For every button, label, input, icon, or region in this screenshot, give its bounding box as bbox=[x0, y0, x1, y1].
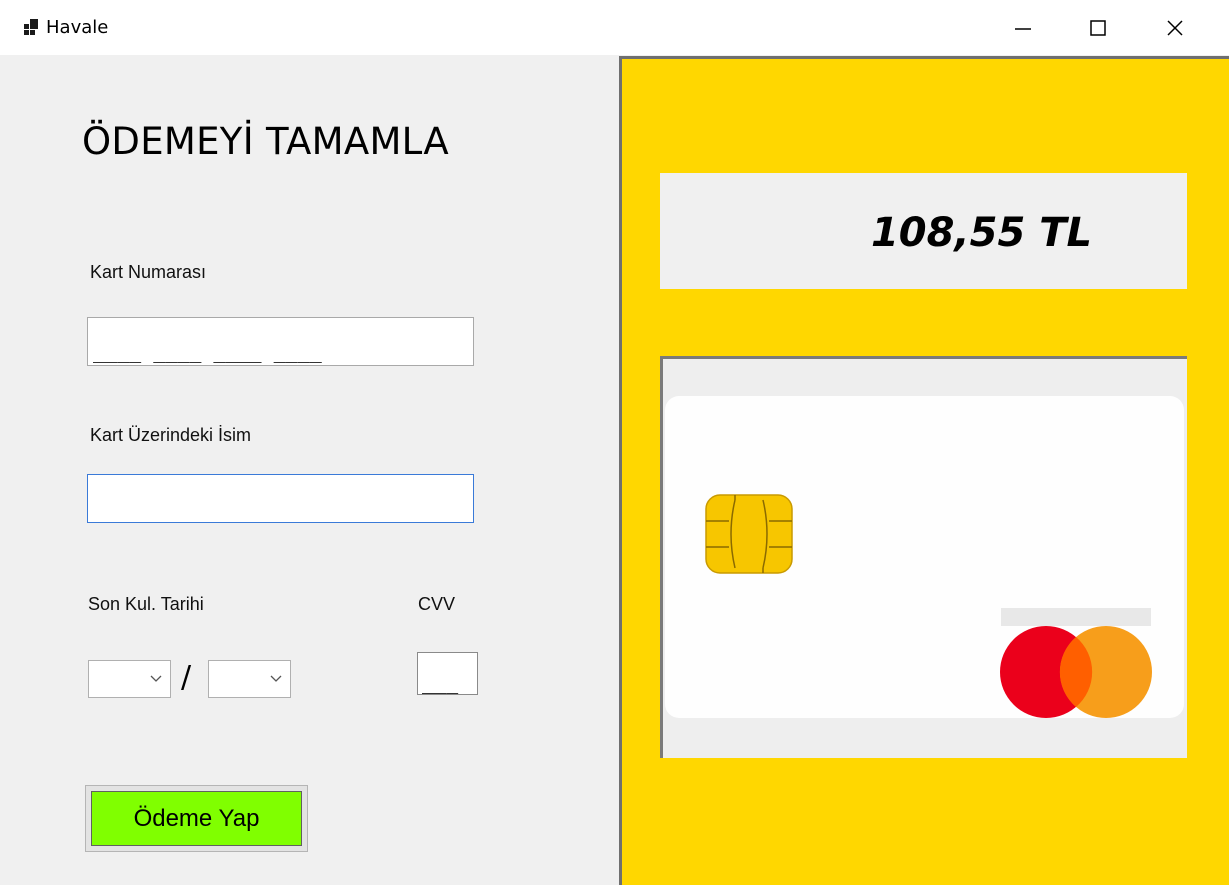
card-number-input[interactable]: ____ ____ ____ ____ bbox=[87, 317, 474, 366]
expiry-separator: / bbox=[181, 660, 192, 695]
card-stripe bbox=[1001, 608, 1151, 626]
card-name-label: Kart Üzerindeki İsim bbox=[90, 425, 252, 445]
chevron-down-icon bbox=[270, 675, 282, 682]
close-button[interactable] bbox=[1136, 0, 1214, 55]
page-title: ÖDEMEYİ TAMAMLA bbox=[82, 120, 450, 163]
cvv-input[interactable]: ___ bbox=[417, 652, 478, 695]
mastercard-logo bbox=[1000, 626, 1152, 718]
amount-value: 108,55 TL bbox=[870, 210, 1092, 256]
maximize-button[interactable] bbox=[1059, 0, 1137, 55]
pay-button[interactable]: Ödeme Yap bbox=[85, 785, 308, 852]
cvv-mask: ___ bbox=[422, 670, 459, 694]
card-number-mask: ____ ____ ____ ____ bbox=[93, 339, 322, 363]
chevron-down-icon bbox=[150, 675, 162, 682]
window-title: Havale bbox=[46, 17, 109, 38]
close-icon bbox=[1167, 19, 1183, 36]
expiry-year-select[interactable] bbox=[208, 660, 291, 698]
card-number-label: Kart Numarası bbox=[90, 262, 207, 282]
card-chip-icon bbox=[705, 494, 793, 574]
card-name-input[interactable] bbox=[87, 474, 474, 523]
minimize-button[interactable] bbox=[984, 0, 1062, 55]
title-bar: Havale bbox=[0, 0, 1229, 55]
minimize-icon bbox=[1015, 27, 1031, 30]
expiry-label: Son Kul. Tarihi bbox=[88, 594, 204, 614]
cvv-label: CVV bbox=[418, 594, 456, 614]
amount-box: 108,55 TL bbox=[660, 173, 1187, 289]
app-icon bbox=[24, 19, 38, 35]
expiry-month-select[interactable] bbox=[88, 660, 171, 698]
pay-button-label: Ödeme Yap bbox=[91, 791, 302, 846]
maximize-icon bbox=[1090, 19, 1106, 36]
